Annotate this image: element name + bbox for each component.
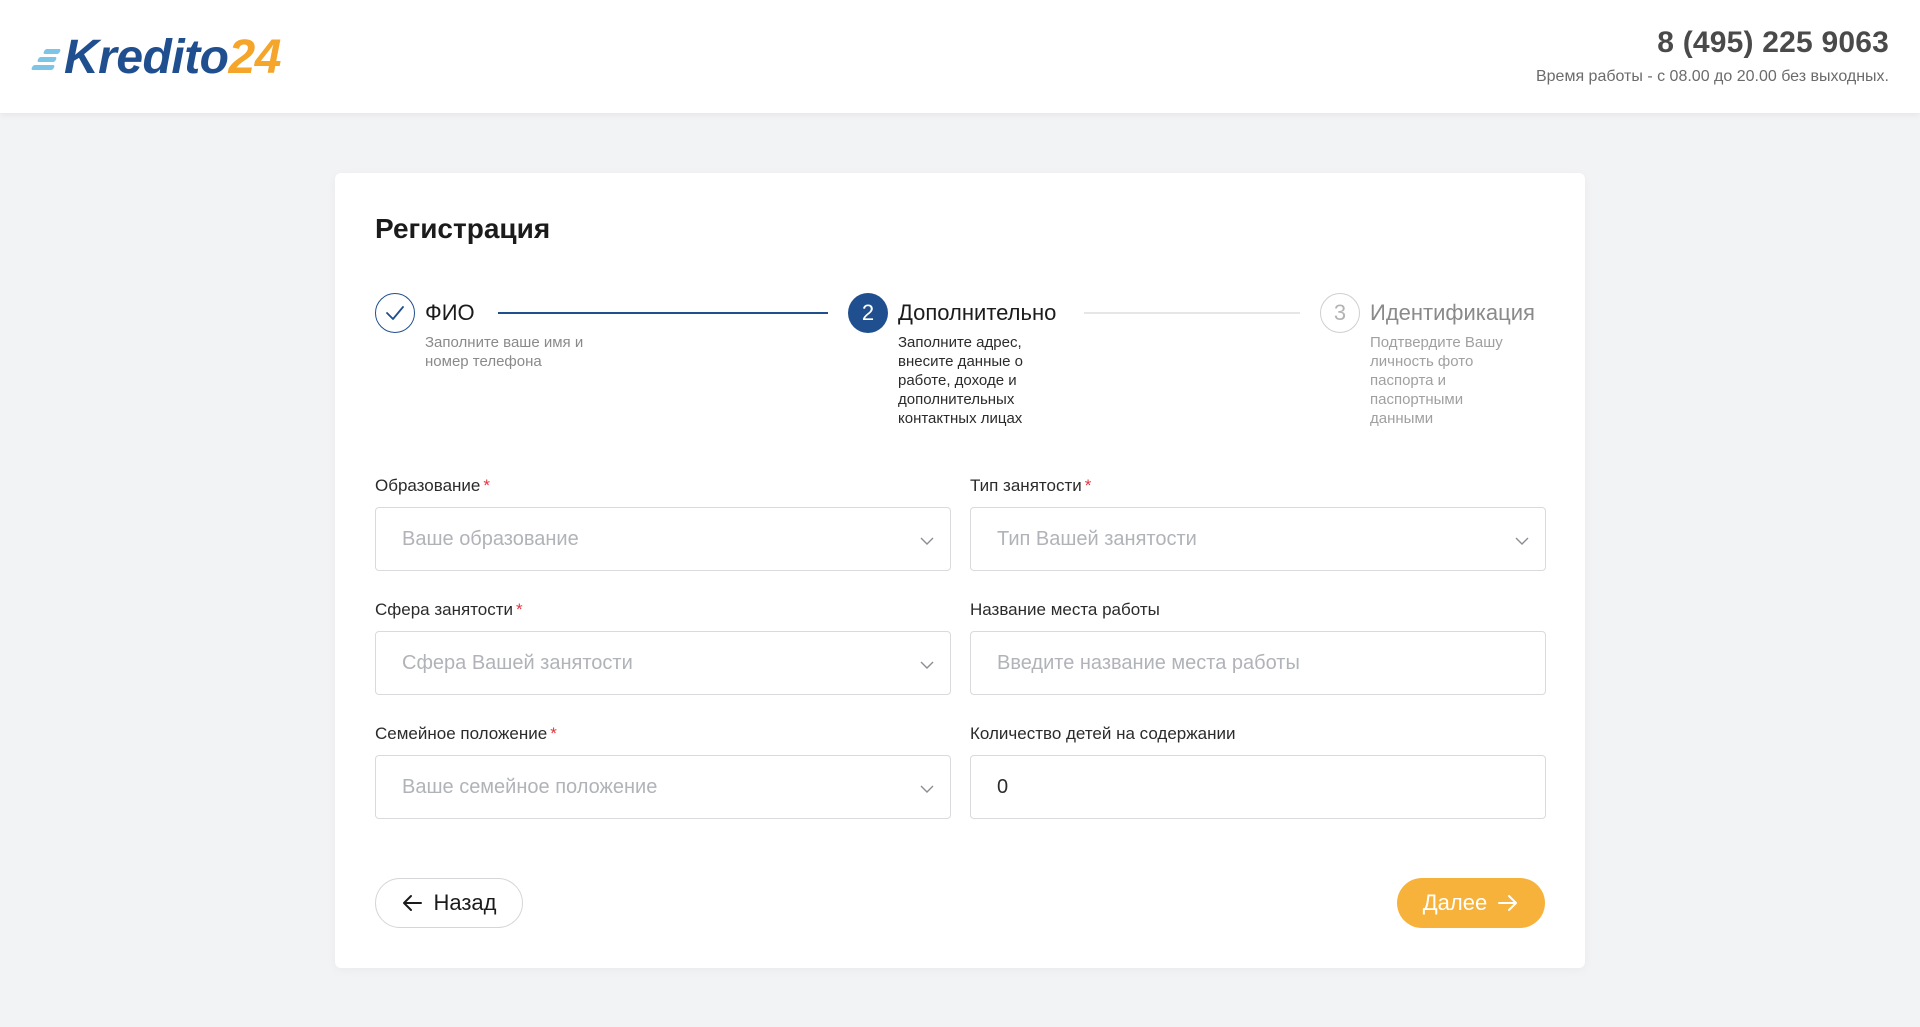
education-label-text: Образование <box>375 476 481 495</box>
next-button[interactable]: Далее <box>1397 878 1545 928</box>
employment-type-label-text: Тип занятости <box>970 476 1082 495</box>
employment-sphere-label-text: Сфера занятости <box>375 600 514 619</box>
chevron-down-icon <box>1515 537 1529 545</box>
step-3-number: 3 <box>1320 293 1360 333</box>
step-connector-2 <box>1084 312 1300 314</box>
page-title: Регистрация <box>375 213 551 244</box>
education-placeholder: Ваше образование <box>402 527 579 550</box>
employment-sphere-field: Сфера занятости * Сфера Вашей занятости <box>375 599 951 695</box>
education-label: Образование * <box>375 475 951 497</box>
step-1-checkmark-icon <box>375 293 415 333</box>
step-1-title: ФИО <box>425 300 475 325</box>
step-2-number: 2 <box>848 293 888 333</box>
step-3-description: Подтвердите Вашу личность фото паспорта … <box>1370 334 1503 427</box>
employment-type-field: Тип занятости * Тип Вашей занятости <box>970 475 1546 571</box>
workplace-placeholder: Введите название места работы <box>997 651 1300 674</box>
back-button-label: Назад <box>433 890 497 915</box>
logo[interactable]: Kredito24 <box>30 28 281 88</box>
children-count-label: Количество детей на содержании <box>970 724 1236 743</box>
step-3-title: Идентификация <box>1370 300 1535 325</box>
workplace-field: Название места работы Введите название м… <box>970 599 1546 695</box>
chevron-down-icon <box>920 785 934 793</box>
logo-text: Kredito24 <box>64 34 281 82</box>
required-asterisk: * <box>1084 476 1092 495</box>
required-asterisk: * <box>483 476 490 495</box>
children-count-value: 0 <box>997 775 1009 798</box>
chevron-down-icon <box>920 661 934 669</box>
employment-type-select[interactable]: Тип Вашей занятости <box>970 507 1546 571</box>
education-select[interactable]: Ваше образование <box>375 507 951 571</box>
required-asterisk: * <box>550 724 557 743</box>
children-count-input[interactable]: 0 <box>970 755 1546 819</box>
education-field: Образование * Ваше образование <box>375 475 951 571</box>
employment-type-placeholder: Тип Вашей занятости <box>997 527 1197 550</box>
site-header: Kredito24 8 (495) 225 9063 Время работы … <box>0 0 1920 113</box>
marital-status-label-text: Семейное положение <box>375 724 548 743</box>
logo-text-number: 24 <box>228 31 282 84</box>
step-identification: 3 Идентификация Подтвердите Вашу личност… <box>1320 293 1535 428</box>
contact-info: 8 (495) 225 9063 Время работы - с 08.00 … <box>1536 26 1889 86</box>
phone-number[interactable]: 8 (495) 225 9063 <box>1536 26 1889 60</box>
employment-sphere-label: Сфера занятости * <box>375 599 951 621</box>
marital-status-label: Семейное положение * <box>375 723 951 745</box>
step-1-description: Заполните ваше имя и номер телефона <box>425 334 584 370</box>
marital-status-placeholder: Ваше семейное положение <box>402 775 658 798</box>
registration-card: Регистрация ФИО Заполните ваше имя и ном… <box>335 173 1585 968</box>
marital-status-select[interactable]: Ваше семейное положение <box>375 755 951 819</box>
working-hours: Время работы - с 08.00 до 20.00 без выхо… <box>1535 68 1889 85</box>
step-2-description: Заполните адрес, внесите данные о работе… <box>898 334 1023 427</box>
workplace-label: Название места работы <box>970 600 1160 619</box>
arrow-right-icon <box>1498 895 1518 911</box>
required-asterisk: * <box>516 600 523 619</box>
workplace-input[interactable]: Введите название места работы <box>970 631 1546 695</box>
step-2-title: Дополнительно <box>898 300 1057 325</box>
employment-sphere-select[interactable]: Сфера Вашей занятости <box>375 631 951 695</box>
employment-sphere-placeholder: Сфера Вашей занятости <box>402 651 633 674</box>
back-button[interactable]: Назад <box>375 878 523 928</box>
logo-text-main: Kredito <box>64 31 229 84</box>
logo-speed-lines-icon <box>30 43 64 73</box>
step-fio: ФИО Заполните ваше имя и номер телефона <box>375 293 615 371</box>
children-count-field: Количество детей на содержании 0 <box>970 723 1546 819</box>
marital-status-field: Семейное положение * Ваше семейное положе… <box>375 723 951 819</box>
step-additional: 2 Дополнительно Заполните адрес, внесите… <box>848 293 1056 428</box>
chevron-down-icon <box>920 537 934 545</box>
employment-type-label: Тип занятости * <box>970 475 1546 497</box>
next-button-label: Далее <box>1422 890 1488 915</box>
arrow-left-icon <box>403 895 423 911</box>
